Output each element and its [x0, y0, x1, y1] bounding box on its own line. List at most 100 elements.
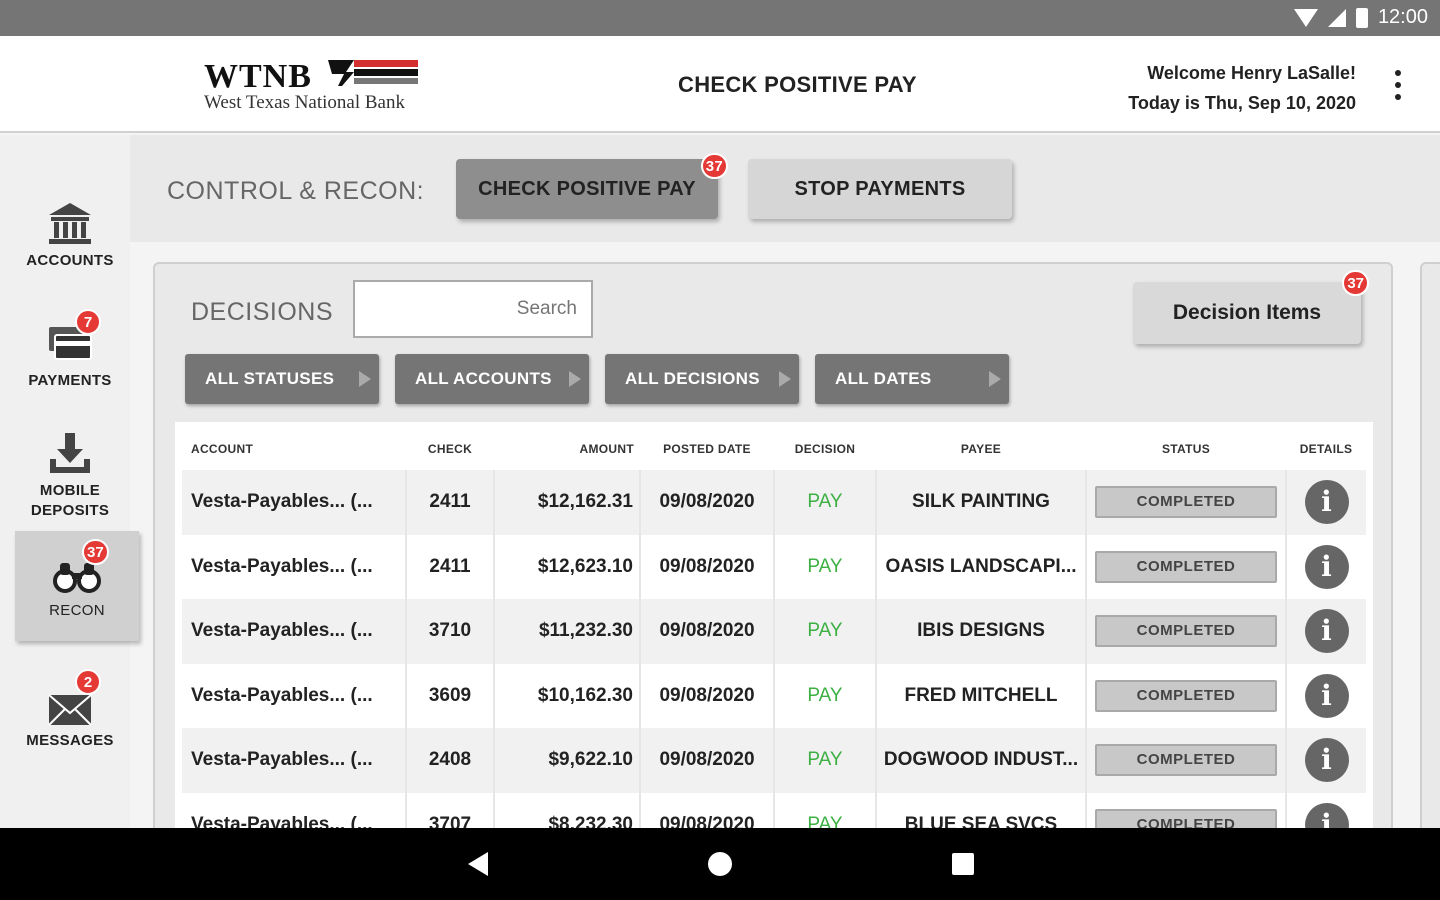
- tab-label: STOP PAYMENTS: [794, 177, 966, 200]
- filter-label: ALL DECISIONS: [625, 369, 760, 388]
- cell-account: Vesta-Payables... (...: [182, 470, 407, 535]
- current-date: Today is Thu, Sep 10, 2020: [1128, 93, 1356, 113]
- battery-icon: [1355, 7, 1368, 28]
- cell-details: i: [1286, 535, 1366, 600]
- download-tray-icon: [45, 431, 95, 477]
- overflow-menu-icon[interactable]: [1394, 70, 1402, 100]
- cell-payee: SILK PAINTING: [876, 470, 1087, 535]
- cell-check: 2411: [406, 470, 495, 535]
- cell-payee: OASIS LANDSCAPI...: [876, 534, 1087, 599]
- column-header-status[interactable]: STATUS: [1086, 422, 1286, 470]
- table-row[interactable]: Vesta-Payables... (... 3710 $11,232.30 0…: [182, 599, 1366, 664]
- cell-payee: FRED MITCHELL: [876, 663, 1087, 728]
- table-row[interactable]: Vesta-Payables... (... 2408 $9,622.10 09…: [182, 728, 1366, 793]
- binoculars-icon: 37: [52, 539, 109, 597]
- status-badge: COMPLETED: [1095, 486, 1277, 519]
- search-input[interactable]: [353, 280, 593, 338]
- bank-icon: [45, 201, 95, 247]
- envelope-icon: 2: [45, 669, 101, 727]
- recon-badge: 37: [82, 539, 109, 565]
- messages-badge: 2: [75, 669, 101, 695]
- cell-decision: PAY: [774, 470, 877, 535]
- column-header-check[interactable]: CHECK: [406, 422, 494, 470]
- cell-posted-date: 09/08/2020: [640, 534, 775, 599]
- control-recon-bar: CONTROL & RECON: CHECK POSITIVE PAY 37 S…: [130, 135, 1440, 242]
- welcome-text: Welcome Henry LaSalle!: [1147, 63, 1356, 83]
- back-icon[interactable]: [468, 852, 488, 876]
- decision-items-label: Decision Items: [1172, 301, 1322, 324]
- info-icon[interactable]: i: [1304, 738, 1349, 783]
- filter-label: ALL ACCOUNTS: [415, 369, 552, 388]
- decisions-table-container[interactable]: ACCOUNT CHECK AMOUNT POSTED DATE DECISIO…: [175, 422, 1373, 842]
- info-icon[interactable]: i: [1304, 544, 1349, 589]
- cell-check: 2411: [406, 534, 495, 599]
- column-header-posted-date[interactable]: POSTED DATE: [640, 422, 774, 470]
- home-icon[interactable]: [708, 852, 732, 876]
- cell-decision: PAY: [774, 728, 877, 793]
- cell-details: i: [1286, 664, 1366, 729]
- tab-stop-payments[interactable]: STOP PAYMENTS: [748, 159, 1012, 219]
- cell-decision: PAY: [774, 534, 877, 599]
- sidebar-item-mobile-deposits[interactable]: MOBILE DEPOSITS: [0, 421, 140, 531]
- status-badge: COMPLETED: [1095, 615, 1277, 648]
- cell-signal-icon: [1327, 8, 1346, 27]
- credit-cards-icon: 7: [45, 309, 101, 367]
- filter-statuses[interactable]: ALL STATUSES: [185, 354, 379, 404]
- cell-details: i: [1286, 728, 1366, 793]
- sidebar-item-label: MOBILE DEPOSITS: [30, 482, 110, 519]
- logo-flag-icon: [328, 60, 418, 86]
- cell-details: i: [1286, 470, 1366, 535]
- sidebar-item-messages[interactable]: 2 MESSAGES: [0, 661, 140, 771]
- table-row[interactable]: Vesta-Payables... (... 3609 $10,162.30 0…: [182, 663, 1366, 729]
- control-recon-label: CONTROL & RECON:: [167, 177, 425, 205]
- info-icon[interactable]: i: [1304, 673, 1349, 718]
- decisions-heading: DECISIONS: [191, 298, 334, 326]
- column-header-amount[interactable]: AMOUNT: [494, 422, 640, 470]
- sidebar-item-label: MESSAGES: [26, 732, 114, 749]
- cell-account: Vesta-Payables... (...: [182, 728, 407, 793]
- cell-status: COMPLETED: [1086, 728, 1287, 793]
- sidebar-item-recon[interactable]: 37 RECON: [15, 531, 139, 641]
- cell-status: COMPLETED: [1086, 470, 1287, 535]
- cell-amount: $9,622.10: [494, 728, 641, 793]
- cell-decision: PAY: [774, 599, 877, 664]
- cell-amount: $10,162.30: [494, 663, 641, 728]
- caret-right-icon: [359, 371, 371, 387]
- column-header-account[interactable]: ACCOUNT: [182, 422, 406, 470]
- system-status-bar: 12:00: [0, 0, 1440, 36]
- info-icon[interactable]: i: [1304, 609, 1349, 654]
- status-badge: COMPLETED: [1095, 744, 1277, 777]
- caret-right-icon: [569, 371, 581, 387]
- filter-dates[interactable]: ALL DATES: [815, 354, 1009, 404]
- welcome-message: Welcome Henry LaSalle! Today is Thu, Sep…: [1128, 58, 1356, 118]
- cell-details: i: [1286, 599, 1366, 664]
- cell-status: COMPLETED: [1086, 534, 1287, 599]
- filter-decisions[interactable]: ALL DECISIONS: [605, 354, 799, 404]
- cell-payee: IBIS DESIGNS: [876, 599, 1087, 664]
- cell-check: 2408: [406, 728, 495, 793]
- cell-posted-date: 09/08/2020: [640, 470, 775, 535]
- sidebar-item-accounts[interactable]: ACCOUNTS: [0, 181, 140, 291]
- tab-check-positive-pay[interactable]: CHECK POSITIVE PAY 37: [456, 153, 728, 219]
- decision-items-badge: 37: [1342, 270, 1369, 296]
- bank-logo[interactable]: WTNB West Texas National Bank: [204, 58, 434, 118]
- cell-check: 3609: [406, 663, 495, 728]
- cell-posted-date: 09/08/2020: [640, 599, 775, 664]
- decision-items-button[interactable]: Decision Items 37: [1133, 270, 1369, 344]
- sidebar-item-payments[interactable]: 7 PAYMENTS: [0, 301, 140, 411]
- cell-payee: DOGWOOD INDUST...: [876, 728, 1087, 793]
- filter-accounts[interactable]: ALL ACCOUNTS: [395, 354, 589, 404]
- column-header-details: DETAILS: [1299, 442, 1353, 456]
- status-badge: COMPLETED: [1095, 679, 1277, 712]
- cell-status: COMPLETED: [1086, 599, 1287, 664]
- column-header-payee[interactable]: PAYEE: [876, 422, 1086, 470]
- sidebar-item-label: RECON: [49, 602, 105, 619]
- recent-apps-icon[interactable]: [952, 853, 974, 875]
- column-header-decision[interactable]: DECISION: [774, 422, 876, 470]
- info-icon[interactable]: i: [1304, 480, 1349, 525]
- table-row[interactable]: Vesta-Payables... (... 2411 $12,623.10 0…: [182, 534, 1366, 600]
- status-badge: COMPLETED: [1095, 550, 1277, 583]
- table-row[interactable]: Vesta-Payables... (... 2411 $12,162.31 0…: [182, 470, 1366, 535]
- table-header-row: ACCOUNT CHECK AMOUNT POSTED DATE DECISIO…: [182, 422, 1366, 470]
- cell-decision: PAY: [774, 663, 877, 728]
